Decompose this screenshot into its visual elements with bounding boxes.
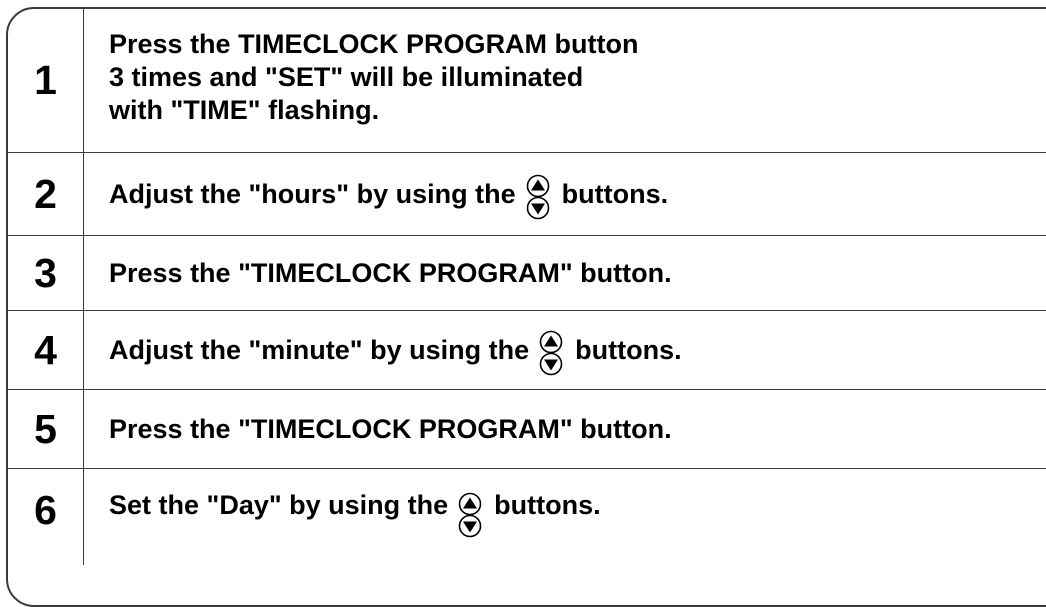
- step-text: Press the TIMECLOCK PROGRAM button 3 tim…: [84, 9, 1046, 152]
- up-down-arrow-buttons-icon: [535, 330, 567, 376]
- up-down-arrow-buttons-icon: [522, 174, 554, 220]
- step-text-before: Adjust the "minute" by using the: [109, 334, 530, 365]
- step-row-4: 4 Adjust the "minute" by using the butto…: [8, 310, 1046, 389]
- step-text-after: buttons.: [575, 334, 682, 365]
- step-row-2: 2 Adjust the "hours" by using the button…: [8, 152, 1046, 235]
- step-table: 1 Press the TIMECLOCK PROGRAM button 3 t…: [8, 9, 1046, 565]
- step-text: Adjust the "minute" by using the buttons…: [84, 311, 1046, 389]
- step-row-6: 6 Set the "Day" by using the buttons.: [8, 468, 1046, 565]
- step-text: Press the "TIMECLOCK PROGRAM" button.: [109, 413, 672, 444]
- step-text-before: Adjust the "hours" by using the: [109, 178, 516, 209]
- step-number: 2: [8, 153, 84, 235]
- step-row-5: 5 Press the "TIMECLOCK PROGRAM" button.: [8, 389, 1046, 468]
- step-text: Press the "TIMECLOCK PROGRAM" button.: [109, 257, 672, 288]
- step-text-line: with "TIME" flashing.: [109, 95, 380, 125]
- step-text-after: buttons.: [561, 178, 669, 209]
- step-number: 5: [8, 390, 84, 468]
- up-down-arrow-buttons-icon: [454, 492, 486, 538]
- step-number: 4: [8, 311, 84, 389]
- step-text-line: 3 times and "SET" will be illuminated: [109, 62, 584, 92]
- step-text: Set the "Day" by using the buttons.: [84, 469, 1046, 565]
- step-number: 1: [8, 9, 84, 152]
- step-text-before: Set the "Day" by using the: [109, 490, 449, 520]
- step-text-after: buttons.: [494, 490, 601, 520]
- step-text-line: Press the TIMECLOCK PROGRAM button: [109, 29, 639, 59]
- step-row-1: 1 Press the TIMECLOCK PROGRAM button 3 t…: [8, 9, 1046, 152]
- step-number: 3: [8, 236, 84, 310]
- step-number: 6: [8, 469, 84, 565]
- step-row-3: 3 Press the "TIMECLOCK PROGRAM" button.: [8, 235, 1046, 310]
- step-text: Adjust the "hours" by using the buttons.: [84, 153, 1046, 235]
